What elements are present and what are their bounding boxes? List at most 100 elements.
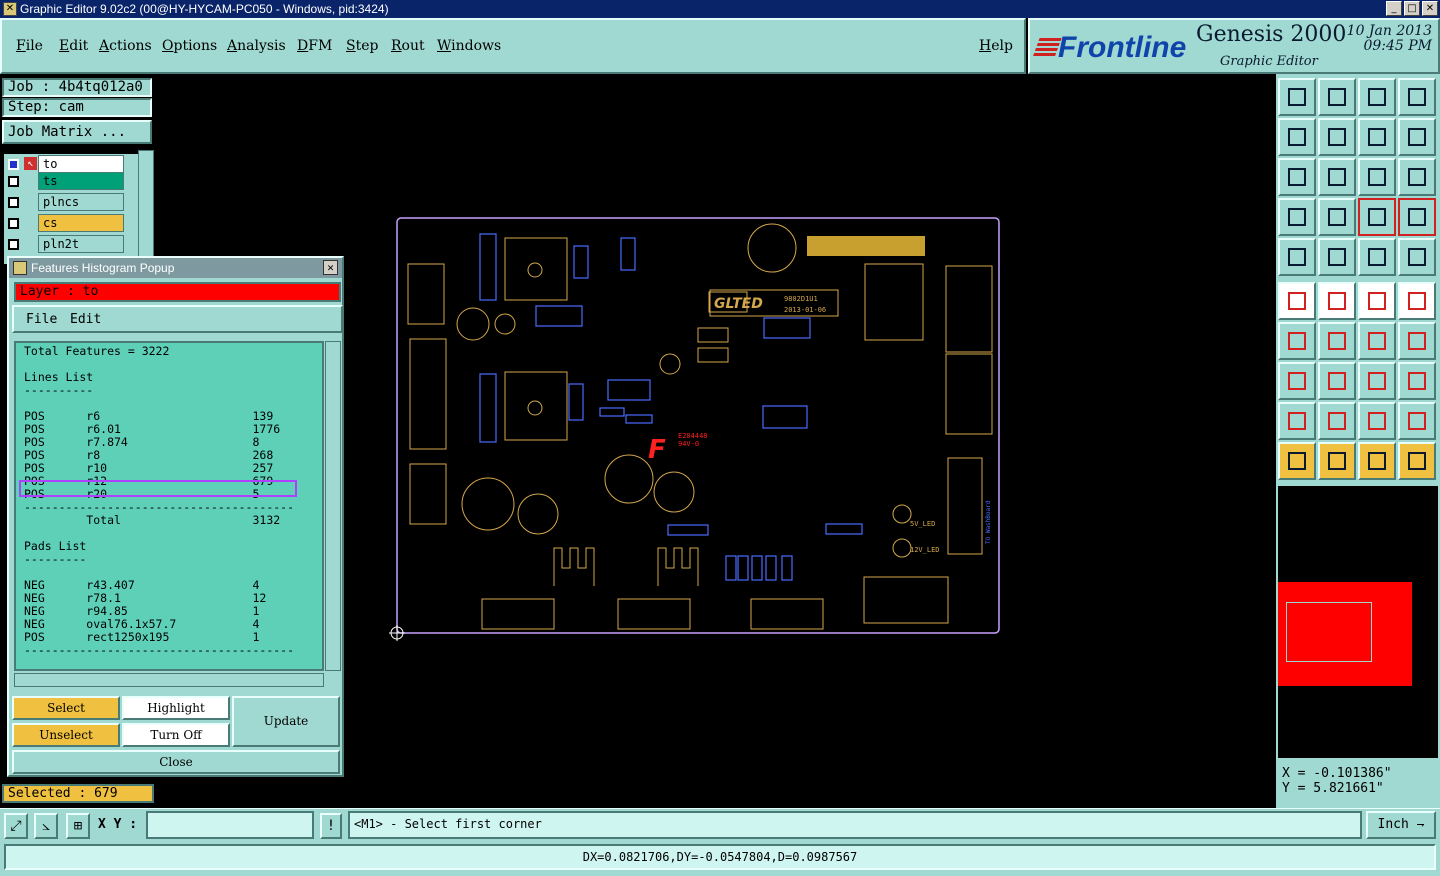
layer-compare-icon[interactable] [1358,198,1396,236]
center-icon[interactable] [1318,158,1356,196]
triangle3-icon[interactable] [1358,402,1396,440]
overview-map[interactable] [1278,486,1438,758]
triangle4-icon[interactable] [1398,402,1436,440]
menu-step[interactable]: Step [346,38,378,54]
menu-file[interactable]: File [16,38,43,54]
shapes-icon[interactable] [1398,362,1436,400]
zoom-prev-icon[interactable] [1278,118,1316,156]
triangle-icon[interactable] [1278,402,1316,440]
menu-rout[interactable]: Rout [391,38,425,54]
circle-icon[interactable] [1398,238,1436,276]
layer-checkbox[interactable] [8,197,19,208]
select-button[interactable]: Select [12,696,120,720]
ul-rating: 94V-0 [678,440,699,448]
ruler-icon[interactable] [1358,238,1396,276]
save-icon[interactable] [1318,78,1356,116]
help-icon[interactable] [1398,158,1436,196]
grid-view-icon[interactable] [1318,198,1356,236]
histogram-hscroll[interactable] [14,673,324,687]
layer-compare2-icon[interactable] [1398,198,1436,236]
product-name: Genesis 2000 [1196,22,1347,47]
cross-icon[interactable] [1318,282,1356,320]
fit-icon[interactable] [1278,158,1316,196]
transform-icon[interactable] [1278,362,1316,400]
layer-row-cs[interactable]: cs [6,214,126,232]
update-button[interactable]: Update [232,696,340,747]
menu-edit[interactable]: Edit [59,38,88,54]
rotate-icon[interactable] [1358,118,1396,156]
prompt-field: <M1> - Select first corner [348,811,1362,839]
layer-row-pln2t[interactable]: pln2t [6,235,126,253]
info-icon[interactable]: ! [320,813,342,839]
nodes-icon[interactable] [1278,282,1316,320]
mirror-icon[interactable] [1398,118,1436,156]
job-field: Job : 4b4tq012a0 [2,78,152,97]
ul-mark: F [648,435,666,465]
angle-icon[interactable] [1278,322,1316,360]
right-toolbar [1276,74,1440,808]
pointer-icon[interactable] [1278,442,1316,480]
layout-icon[interactable] [1398,78,1436,116]
open-job-icon[interactable] [1278,78,1316,116]
measure-icon[interactable]: ⦣ [34,813,58,839]
popup-menu-file[interactable]: File [26,312,57,327]
dash-icon[interactable] [1318,362,1356,400]
popup-close-icon[interactable]: ✕ [323,260,338,275]
coord-y: Y = 5.821661" [1282,781,1384,796]
maximize-button[interactable]: □ [1404,1,1420,16]
highlight-button[interactable]: Highlight [122,696,230,720]
flip-icon[interactable] [1398,322,1436,360]
layer-row-ts[interactable]: ts [6,172,126,190]
layer-checkbox[interactable] [8,218,19,229]
chevron-down-icon: ⇁ [1416,817,1425,832]
layer-checkbox[interactable] [8,176,19,187]
layer-row-plncs[interactable]: plncs [6,193,126,211]
connect2-icon[interactable] [1398,282,1436,320]
layer-scrollbar[interactable] [138,150,154,270]
route-icon[interactable] [1398,442,1436,480]
unselect-button[interactable]: Unselect [12,723,120,747]
close-popup-button[interactable]: Close [12,750,340,774]
step-field: Step: cam [2,98,152,117]
frontline-logo: Frontline [1032,30,1196,66]
tools-icon[interactable] [1278,198,1316,236]
zoom-next-icon[interactable] [1318,118,1356,156]
layer-row-to[interactable]: ↖ to [6,155,126,173]
turn-off-button[interactable]: Turn Off [122,723,230,747]
triangle2-icon[interactable] [1318,402,1356,440]
pad-icon[interactable] [1278,238,1316,276]
units-dropdown[interactable]: Inch ⇁ [1366,811,1436,839]
menu-analysis[interactable]: Analysis [227,38,286,54]
measure-box-icon[interactable] [1358,362,1396,400]
home-icon[interactable] [1358,78,1396,116]
menu-windows[interactable]: Windows [437,38,501,54]
pointer-select-icon[interactable] [1318,442,1356,480]
arrow-icon: ↖ [24,157,37,170]
coord-x: X = -0.101386" [1282,766,1392,781]
xy-input[interactable] [146,811,314,839]
popup-menu-edit[interactable]: Edit [70,312,101,327]
close-window-button[interactable]: ✕ [1422,1,1438,16]
histogram-list[interactable]: Total Features = 3222 Lines List -------… [14,341,324,671]
popup-menu-bar: File Edit [12,305,343,333]
pointer-box-icon[interactable] [1358,442,1396,480]
grid-icon[interactable]: ⊞ [66,813,90,839]
menu-dfm[interactable]: DFM [297,38,332,54]
minimize-button[interactable]: _ [1386,1,1402,16]
layer-checkbox[interactable] [8,159,19,170]
crosshair-cursor [389,625,405,641]
popup-icon [13,261,27,275]
line-icon[interactable] [1318,238,1356,276]
arc-icon[interactable] [1358,322,1396,360]
scale-icon[interactable] [1358,158,1396,196]
job-matrix-button[interactable]: Job Matrix ... [2,120,152,144]
snap-icon[interactable]: ⤢ [4,813,28,839]
connect-icon[interactable] [1358,282,1396,320]
histogram-vscroll[interactable] [325,341,341,671]
slash-icon[interactable] [1318,322,1356,360]
features-histogram-popup: Features Histogram Popup ✕ Layer : to Fi… [7,256,344,777]
menu-actions[interactable]: Actions [99,38,152,54]
menu-options[interactable]: Options [162,38,217,54]
menu-help[interactable]: Help [979,38,1013,54]
layer-checkbox[interactable] [8,239,19,250]
